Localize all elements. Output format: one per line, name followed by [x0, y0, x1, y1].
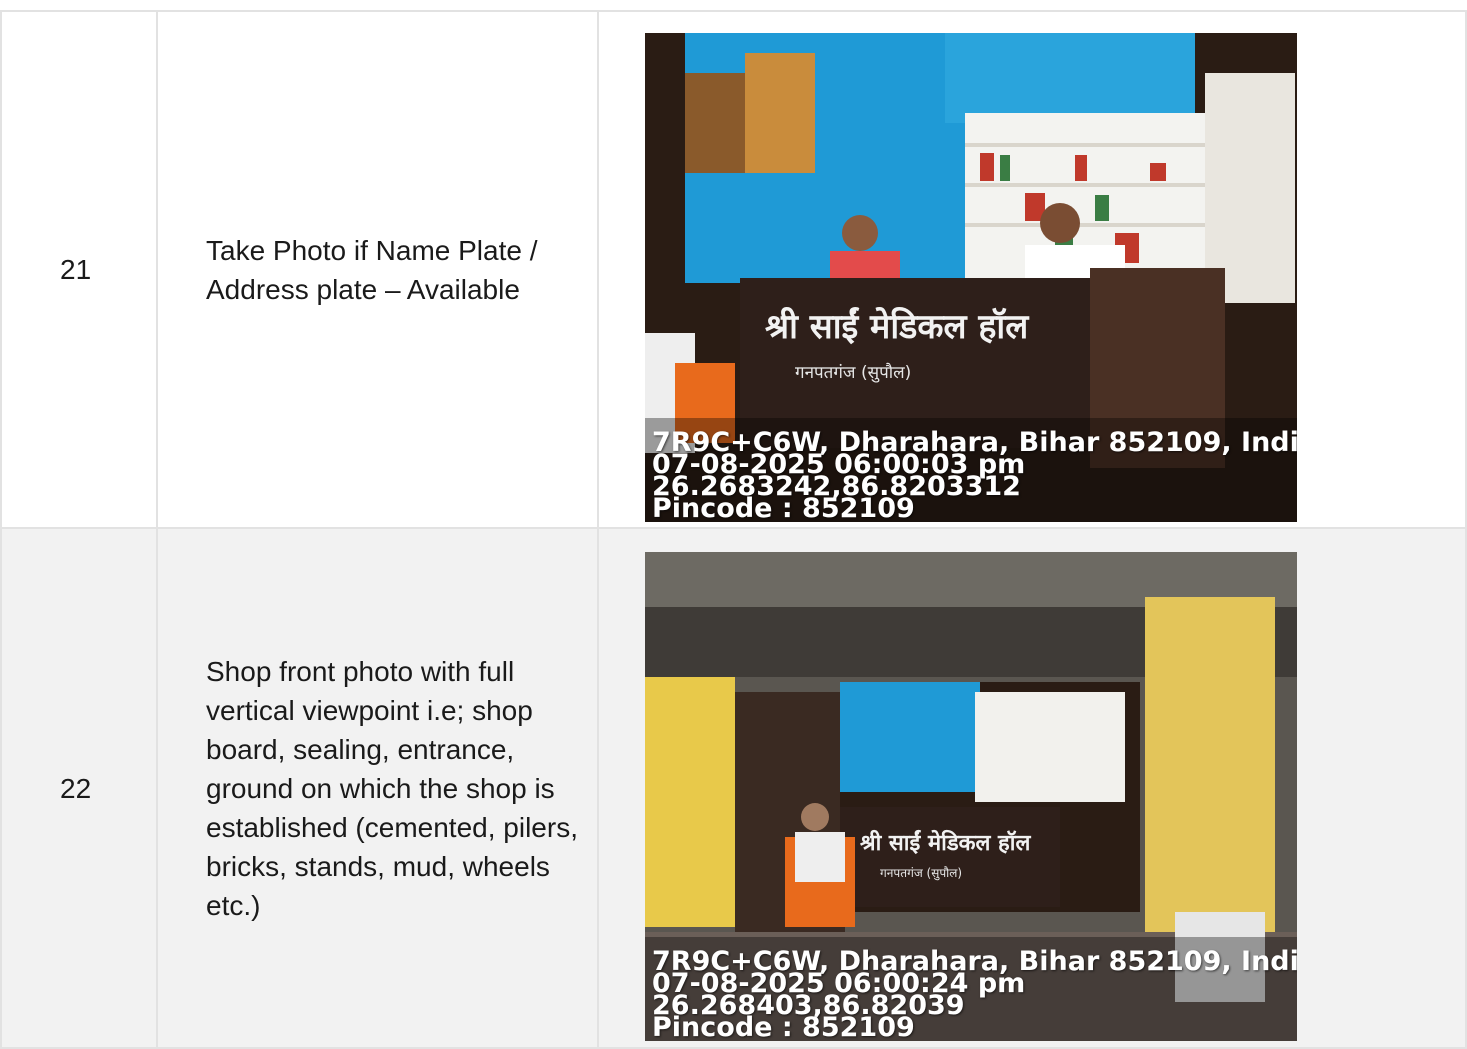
shop-sign-text: श्री साईं मेडिकल हॉल	[860, 829, 1031, 856]
row-number: 22	[0, 527, 158, 1049]
shop-sign-subtext: गनपतगंज (सुपौल)	[795, 362, 911, 383]
shop-nameplate-photo: श्री साईं मेडिकल हॉल गनपतगंज (सुपौल) 7R9…	[645, 33, 1297, 522]
document-table: 21 Take Photo if Name Plate / Address pl…	[0, 10, 1467, 1049]
shop-sign-text: श्री साईं मेडिकल हॉल	[765, 306, 1030, 347]
row-description: Take Photo if Name Plate / Address plate…	[156, 10, 599, 529]
shop-front-photo: श्री साईं मेडिकल हॉल गनपतगंज (सुपौल) 7R9…	[645, 551, 1297, 1041]
geotag-pincode: Pincode : 852109	[652, 1011, 915, 1041]
shop-sign-subtext: गनपतगंज (सुपौल)	[880, 866, 962, 881]
table-row: 21 Take Photo if Name Plate / Address pl…	[0, 10, 1467, 529]
row-number: 21	[0, 10, 158, 529]
table-row: 22 Shop front photo with full vertical v…	[0, 527, 1467, 1049]
row-description: Shop front photo with full vertical view…	[156, 527, 599, 1049]
geotag-text: 7R9C+C6W, Dharahara, Bihar 852109, India…	[652, 948, 1297, 1041]
photo-cell: श्री साईं मेडिकल हॉल गनपतगंज (सुपौल) 7R9…	[597, 10, 1467, 529]
photo-cell: श्री साईं मेडिकल हॉल गनपतगंज (सुपौल) 7R9…	[597, 527, 1467, 1049]
geotag-text: 7R9C+C6W, Dharahara, Bihar 852109, India…	[652, 429, 1297, 522]
